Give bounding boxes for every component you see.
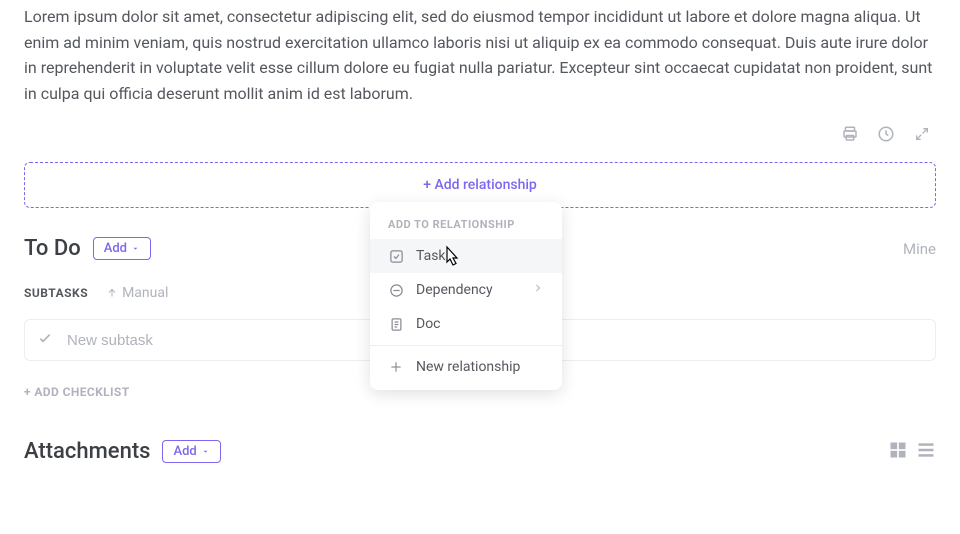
subtasks-heading: SUBTASKS: [24, 286, 88, 300]
popup-item-dependency[interactable]: Dependency: [370, 273, 562, 307]
popup-item-new-label: New relationship: [416, 359, 520, 375]
grid-view-icon[interactable]: [888, 440, 908, 464]
add-relationship-menu: ADD TO RELATIONSHIP Task Dependency Doc …: [370, 202, 562, 390]
attachments-add-label: Add: [173, 444, 196, 459]
subtasks-sort-label: Manual: [122, 285, 168, 301]
subtasks-sort-toggle[interactable]: Manual: [106, 285, 168, 301]
chevron-down-icon: [131, 244, 140, 253]
popup-item-doc[interactable]: Doc: [370, 307, 562, 341]
todo-section-title: To Do: [24, 236, 81, 261]
todo-add-button[interactable]: Add: [93, 237, 151, 260]
dependency-icon: [388, 282, 404, 298]
attachments-add-button[interactable]: Add: [162, 440, 220, 463]
list-view-icon[interactable]: [916, 440, 936, 464]
expand-icon[interactable]: [912, 124, 932, 144]
todo-add-label: Add: [104, 241, 127, 256]
print-icon[interactable]: [840, 124, 860, 144]
history-icon[interactable]: [876, 124, 896, 144]
attachments-section-title: Attachments: [24, 439, 150, 464]
plus-icon: [388, 359, 404, 375]
popup-item-task[interactable]: Task: [370, 239, 562, 273]
popup-divider: [370, 345, 562, 346]
check-icon: [37, 330, 53, 350]
popup-item-task-label: Task: [416, 248, 446, 264]
chevron-right-icon: [532, 282, 544, 298]
popup-item-new-relationship[interactable]: New relationship: [370, 350, 562, 384]
popup-header: ADD TO RELATIONSHIP: [370, 208, 562, 239]
task-icon: [388, 248, 404, 264]
doc-icon: [388, 316, 404, 332]
popup-item-dependency-label: Dependency: [416, 282, 493, 298]
mine-filter[interactable]: Mine: [903, 240, 936, 258]
popup-item-doc-label: Doc: [416, 316, 441, 332]
task-description[interactable]: Lorem ipsum dolor sit amet, consectetur …: [24, 0, 936, 106]
chevron-down-icon: [201, 447, 210, 456]
sort-arrow-icon: [106, 287, 118, 299]
